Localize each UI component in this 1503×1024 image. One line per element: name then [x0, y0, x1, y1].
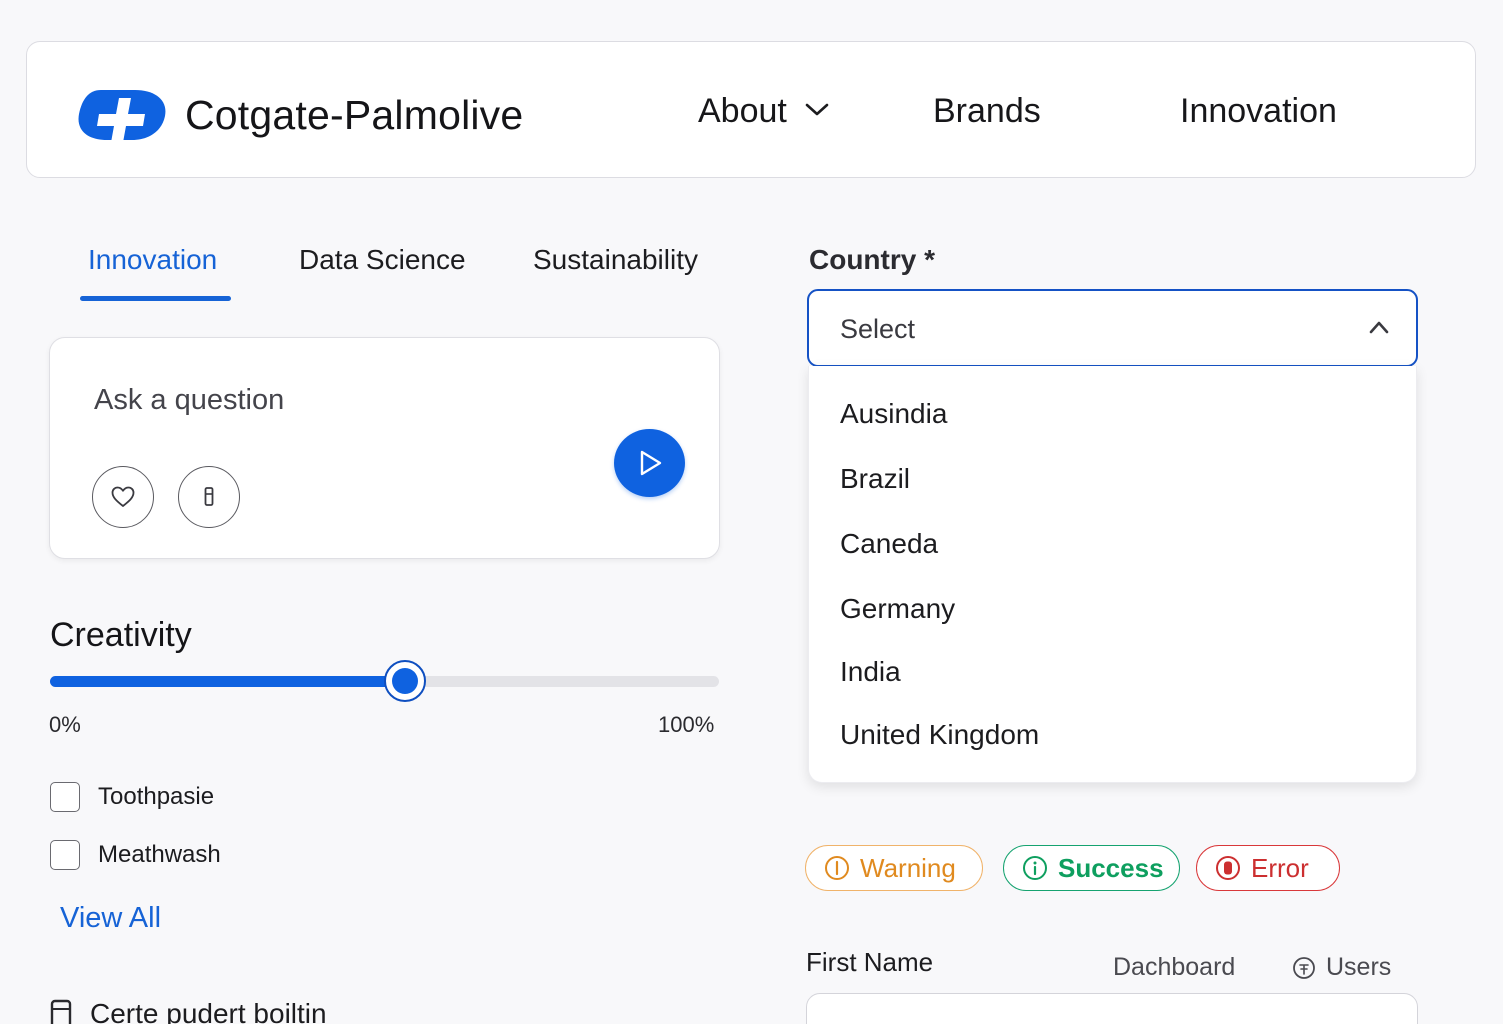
checkbox-label: Toothpasie — [98, 783, 215, 810]
active-tab-indicator — [80, 296, 231, 301]
users-icon — [1293, 956, 1315, 979]
brand-logo-icon[interactable] — [77, 84, 169, 154]
warning-icon — [825, 856, 849, 880]
dropdown-option[interactable]: Ausindia — [840, 398, 947, 430]
view-all-link[interactable]: View All — [60, 902, 161, 935]
ask-card — [49, 337, 720, 559]
slider-min-label: 0% — [49, 712, 81, 737]
filter-toothpaste[interactable]: Toothpasie — [50, 782, 214, 812]
slider-max-label: 100% — [658, 712, 715, 737]
error-badge: Error — [1196, 845, 1340, 891]
heart-icon — [111, 486, 135, 507]
nav-about-label: About — [698, 92, 787, 130]
creativity-slider[interactable] — [50, 660, 719, 702]
dropdown-option[interactable]: United Kingdom — [840, 719, 1039, 751]
send-question-button[interactable] — [614, 429, 685, 497]
tab-innovation[interactable]: Innovation — [88, 244, 217, 276]
checkbox[interactable] — [50, 782, 80, 812]
error-icon — [1216, 856, 1240, 880]
page-root: Cotgate-Palmolive About Brands Innovatio… — [0, 0, 1503, 1024]
play-icon — [640, 450, 661, 476]
top-header: Cotgate-Palmolive About Brands Innovatio… — [26, 41, 1476, 178]
success-badge: Success — [1003, 845, 1180, 891]
microphone-button[interactable] — [178, 466, 240, 528]
select-value: Select — [840, 314, 916, 344]
nav-about[interactable]: About — [698, 92, 830, 131]
slider-thumb[interactable] — [383, 660, 426, 702]
info-icon — [1023, 856, 1047, 880]
chevron-down-icon — [806, 103, 829, 116]
dropdown-option[interactable]: Caneda — [840, 528, 938, 560]
nav-innovation[interactable]: Innovation — [1180, 92, 1337, 131]
creativity-title: Creativity — [50, 616, 192, 654]
country-dropdown: Ausindia Brazil Caneda Germany India Uni… — [808, 366, 1417, 783]
first-name-field[interactable] — [806, 993, 1418, 1024]
dashboard-link[interactable]: Dachboard — [1113, 953, 1235, 982]
tab-sustainability[interactable]: Sustainability — [533, 244, 698, 276]
dropdown-option[interactable]: India — [840, 656, 901, 688]
country-label: Country * — [809, 244, 935, 275]
slider-fill — [50, 676, 405, 687]
success-label: Success — [1058, 852, 1164, 883]
dropdown-option[interactable]: Germany — [840, 593, 955, 625]
warning-badge: Warning — [805, 845, 983, 891]
brand-name[interactable]: Cotgate-Palmolive — [185, 92, 523, 139]
favorite-button[interactable] — [92, 466, 154, 528]
bottom-item-label: Certe pudert boiltin — [90, 998, 327, 1024]
users-label: Users — [1326, 953, 1392, 981]
country-select[interactable]: Select — [807, 289, 1418, 367]
ask-question-input[interactable] — [94, 380, 574, 420]
first-name-label: First Name — [806, 947, 934, 977]
filter-mouthwash[interactable]: Meathwash — [50, 840, 221, 870]
checkbox-label: Meathwash — [98, 841, 221, 868]
checkbox[interactable] — [50, 840, 80, 870]
bottom-list-item[interactable]: Certe pudert boiltin — [50, 998, 327, 1024]
users-link[interactable]: Users — [1292, 953, 1391, 982]
dropdown-option[interactable]: Brazil — [840, 463, 910, 495]
warning-label: Warning — [860, 852, 956, 883]
tab-data-science[interactable]: Data Science — [299, 244, 466, 276]
device-icon — [50, 999, 72, 1024]
microphone-icon — [204, 487, 214, 506]
error-label: Error — [1251, 852, 1309, 883]
nav-brands[interactable]: Brands — [933, 92, 1041, 131]
chevron-up-icon — [1369, 321, 1389, 334]
